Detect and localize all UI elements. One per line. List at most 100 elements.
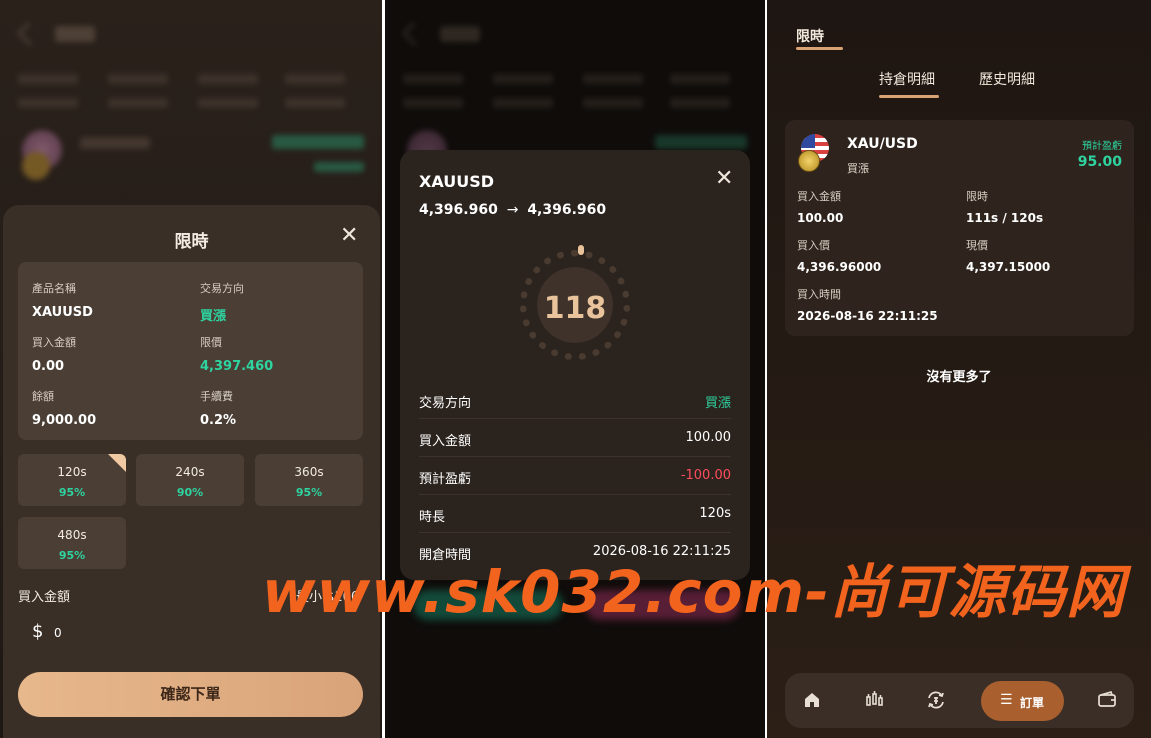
back-icon	[401, 21, 427, 47]
duration-option-360s[interactable]: 360s 95%	[255, 454, 363, 506]
modal-title: XAUUSD	[419, 172, 495, 191]
blurred-price	[272, 135, 364, 149]
sub-tab-underline	[879, 95, 939, 98]
duration-time: 240s	[175, 465, 205, 479]
blurred-stat	[493, 98, 553, 108]
sheet-title: 限時	[174, 232, 209, 252]
arrow-icon: →	[506, 202, 519, 218]
card-amount: 買入金額 100.00	[797, 188, 843, 225]
currency-symbol: $	[32, 621, 44, 642]
blurred-stat	[670, 98, 730, 108]
market-icon[interactable]	[861, 687, 887, 713]
blurred-stat	[108, 98, 168, 108]
balance-cell: 餘額 9,000.00	[32, 388, 96, 428]
close-icon[interactable]: ✕	[715, 168, 733, 190]
duration-option-480s[interactable]: 480s 95%	[18, 517, 126, 569]
product-value: XAUUSD	[32, 305, 93, 320]
amount-input-label: 買入金額	[18, 590, 71, 605]
countdown-number: 118	[543, 291, 607, 326]
tab-underline	[796, 47, 843, 50]
blurred-stat	[583, 74, 643, 84]
blurred-stat	[403, 74, 463, 84]
amount-label: 買入金額	[32, 336, 76, 349]
blurred-stat	[285, 74, 345, 84]
blurred-change	[314, 162, 364, 172]
duration-rate: 90%	[176, 486, 204, 499]
fee-value: 0.2%	[200, 413, 237, 428]
blurred-stat	[583, 98, 643, 108]
card-cur-price-label: 現價	[966, 239, 988, 252]
product-label: 產品名稱	[32, 282, 76, 295]
blurred-title	[440, 26, 480, 42]
card-direction: 買漲	[847, 162, 869, 175]
balance-value: 9,000.00	[32, 413, 97, 428]
card-buy-time: 買入時間 2026-08-16 22:11:25	[797, 286, 938, 323]
fee-cell: 手續費 0.2%	[200, 388, 236, 428]
duration-option-120s[interactable]: 120s 95%	[18, 454, 126, 506]
blurred-stat	[18, 98, 78, 108]
nav-orders-label: 訂單	[1020, 696, 1045, 710]
price-from: 4,396.960	[419, 202, 498, 218]
amount-cell: 買入金額 0.00	[32, 334, 76, 374]
detail-key: 交易方向	[419, 396, 472, 411]
amount-value: 0.00	[32, 359, 65, 374]
direction-value: 買漲	[200, 309, 227, 324]
blurred-stat	[285, 98, 345, 108]
blurred-stat	[198, 74, 258, 84]
amount-input-value[interactable]: 0	[54, 626, 62, 640]
detail-row: 預計盈虧 -100.00	[419, 457, 731, 495]
exchange-icon[interactable]	[923, 687, 949, 713]
detail-row: 交易方向 買漲	[419, 381, 731, 419]
confirm-order-button[interactable]: 確認下單	[18, 672, 363, 717]
limit-label: 限價	[200, 336, 222, 349]
duration-time: 360s	[294, 465, 324, 479]
home-icon[interactable]	[799, 687, 825, 713]
tab-positions[interactable]: 持倉明細	[879, 69, 935, 89]
duration-time: 480s	[57, 528, 87, 542]
background-blurred	[0, 0, 382, 220]
no-more-text: 沒有更多了	[926, 370, 992, 385]
blurred-stat	[670, 74, 730, 84]
card-buy-time-value: 2026-08-16 22:11:25	[797, 309, 938, 323]
list-icon: ☰	[1000, 692, 1013, 708]
card-limit-label: 限時	[966, 190, 988, 203]
duration-option-240s[interactable]: 240s 90%	[136, 454, 244, 506]
blurred-stat	[493, 74, 553, 84]
card-limit-value: 111s / 120s	[966, 211, 1044, 225]
detail-key: 買入金額	[419, 434, 472, 449]
tab-history[interactable]: 歷史明細	[979, 69, 1035, 89]
duration-rate: 95%	[295, 486, 323, 499]
close-icon[interactable]: ✕	[340, 225, 358, 247]
card-buy-price-value: 4,396.96000	[797, 260, 882, 274]
coin-icon	[22, 152, 50, 180]
blurred-title	[55, 26, 95, 42]
countdown-modal: XAUUSD ✕ 4,396.960 → 4,396.960 118 交易方向 …	[400, 150, 750, 580]
blurred-price	[655, 135, 747, 149]
detail-value: 120s	[699, 506, 731, 521]
card-buy-price-label: 買入價	[797, 239, 830, 252]
fee-label: 手續費	[200, 390, 233, 403]
balance-label: 餘額	[32, 390, 54, 403]
countdown-ring: 118	[520, 245, 630, 360]
blurred-stat	[108, 74, 168, 84]
blurred-name	[80, 137, 150, 149]
price-change: 4,396.960 → 4,396.960	[419, 202, 606, 218]
position-card[interactable]: XAU/USD 買漲 預計盈虧 95.00 買入金額 100.00 限時 111…	[785, 120, 1134, 336]
wallet-icon[interactable]	[1094, 687, 1120, 713]
card-amount-value: 100.00	[797, 211, 844, 225]
card-pl-value: 95.00	[1077, 154, 1122, 170]
card-buy-time-label: 買入時間	[797, 288, 841, 301]
blurred-stat	[198, 98, 258, 108]
order-sheet: 限時 ✕ 產品名稱 XAUUSD 交易方向 買漲 買入金額 0.00 限價 4,…	[3, 205, 380, 738]
card-limit: 限時 111s / 120s	[966, 188, 1043, 225]
detail-key: 預計盈虧	[419, 472, 472, 487]
detail-row: 時長 120s	[419, 495, 731, 533]
card-symbol: XAU/USD	[847, 136, 918, 152]
tab-limit[interactable]: 限時	[796, 26, 824, 46]
nav-orders-button[interactable]: ☰ 訂單	[981, 681, 1064, 721]
direction-cell: 交易方向 買漲	[200, 280, 244, 324]
price-to: 4,396.960	[527, 202, 607, 218]
detail-value: -100.00	[680, 468, 731, 483]
back-icon	[16, 21, 42, 47]
limit-value: 4,397.460	[200, 359, 274, 374]
